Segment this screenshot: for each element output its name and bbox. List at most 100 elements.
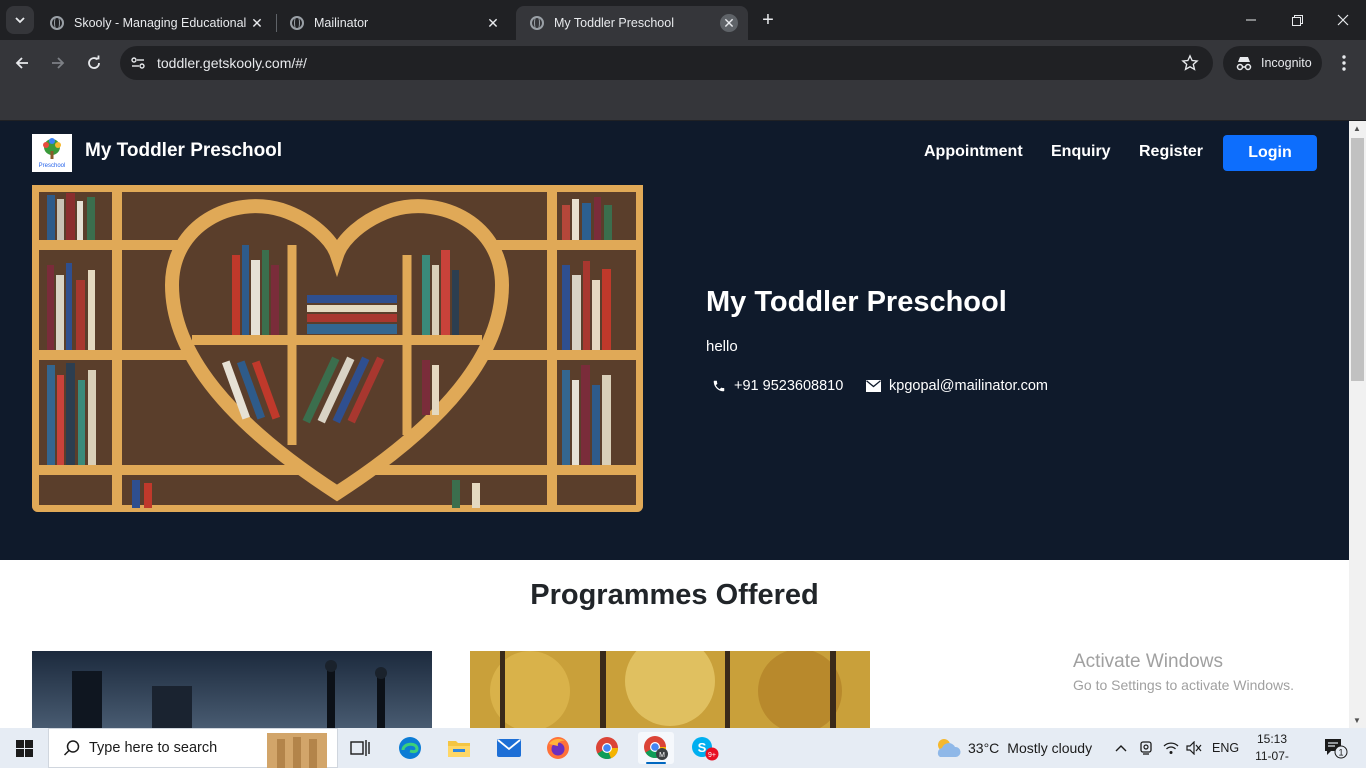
start-button[interactable]	[0, 728, 48, 768]
hero-description: hello	[706, 338, 738, 355]
task-view-button[interactable]	[342, 732, 378, 764]
clock-date: 11-07-2024	[1255, 749, 1289, 768]
page-viewport: Preschool My Toddler Preschool Appointme…	[0, 121, 1349, 728]
bookmark-bar	[0, 86, 1366, 121]
programme-card-image-2[interactable]	[470, 651, 870, 728]
incognito-label: Incognito	[1261, 56, 1312, 70]
taskbar-file-explorer[interactable]	[441, 732, 477, 764]
logo-text: Preschool	[39, 163, 66, 169]
skype-badge: 9+	[708, 752, 716, 759]
site-settings-icon[interactable]	[130, 55, 146, 76]
weather-widget[interactable]: 33°C Mostly cloudy	[934, 728, 1092, 768]
taskbar-search-box[interactable]: Type here to search	[48, 728, 338, 768]
wifi-icon	[1163, 742, 1179, 754]
incognito-indicator[interactable]: Incognito	[1223, 46, 1322, 80]
svg-text:M: M	[659, 752, 665, 759]
taskbar-chrome-incognito[interactable]: M	[638, 732, 674, 764]
nav-enquiry[interactable]: Enquiry	[1051, 143, 1111, 161]
scroll-up-icon[interactable]: ▲	[1353, 124, 1361, 133]
address-bar[interactable]: toddler.getskooly.com/#/	[120, 46, 1213, 80]
tab-title: Skooly - Managing Educational I	[74, 16, 248, 30]
activate-windows-watermark: Activate Windows Go to Settings to activ…	[1073, 651, 1294, 693]
taskbar-firefox[interactable]	[540, 732, 576, 764]
skype-icon: S9+	[692, 737, 719, 761]
tab-search-button[interactable]	[6, 6, 34, 34]
email-address: kpgopal@mailinator.com	[889, 378, 1048, 394]
arrow-left-icon	[15, 57, 28, 69]
chevron-down-icon	[15, 17, 25, 24]
back-button[interactable]	[9, 50, 35, 76]
globe-icon	[530, 16, 544, 30]
taskbar-edge[interactable]	[392, 732, 428, 764]
email-contact[interactable]: kpgopal@mailinator.com	[866, 378, 1048, 394]
meet-now-button[interactable]	[1139, 728, 1155, 768]
restore-button[interactable]	[1274, 0, 1320, 40]
taskbar-chrome[interactable]	[589, 732, 625, 764]
svg-text:S: S	[698, 740, 707, 755]
url-text[interactable]: toddler.getskooly.com/#/	[157, 55, 307, 71]
phone-contact[interactable]: +91 9523608810	[712, 378, 843, 394]
notification-count: 1	[1338, 748, 1343, 758]
logo-tree-icon: Preschool	[39, 138, 66, 169]
close-icon[interactable]: ✕	[720, 14, 738, 32]
forward-button[interactable]	[45, 50, 71, 76]
task-view-icon	[350, 740, 370, 756]
bookmark-star-icon[interactable]	[1181, 54, 1199, 77]
tab-my-toddler-preschool[interactable]: My Toddler Preschool ✕	[516, 6, 748, 40]
cloudy-weather-icon	[937, 739, 961, 757]
browser-tab-strip: Skooly - Managing Educational I ✕ Mailin…	[0, 0, 1366, 40]
tab-mailinator[interactable]: Mailinator ✕	[276, 6, 512, 40]
weather-description: Mostly cloudy	[1007, 740, 1093, 756]
taskbar-skype[interactable]: S 9+	[687, 732, 723, 764]
login-button[interactable]: Login	[1223, 135, 1317, 171]
page-scrollbar[interactable]: ▲ ▼	[1349, 121, 1366, 728]
more-vertical-icon	[1342, 55, 1346, 71]
nav-appointment[interactable]: Appointment	[924, 143, 1023, 161]
notification-center-button[interactable]: 1	[1323, 728, 1349, 768]
programme-card-image-1[interactable]	[32, 651, 432, 728]
close-window-button[interactable]	[1320, 0, 1366, 40]
school-logo[interactable]: Preschool	[32, 134, 72, 172]
close-icon[interactable]: ✕	[484, 14, 502, 32]
minimize-button[interactable]	[1228, 0, 1274, 40]
input-language[interactable]: ENG	[1212, 728, 1239, 768]
scroll-down-icon[interactable]: ▼	[1353, 716, 1361, 725]
chrome-icon	[596, 737, 619, 760]
search-placeholder: Type here to search	[89, 740, 218, 756]
hero-title: My Toddler Preschool	[706, 286, 1007, 318]
phone-number: +91 9523608810	[734, 378, 844, 394]
windows-logo-icon	[15, 739, 33, 757]
site-navbar: Preschool My Toddler Preschool Appointme…	[0, 121, 1349, 185]
reload-icon	[88, 55, 100, 69]
clock[interactable]: 15:13 11-07-2024	[1244, 731, 1300, 768]
nav-register[interactable]: Register	[1139, 143, 1203, 161]
network-button[interactable]	[1163, 728, 1179, 768]
meet-now-icon	[1140, 741, 1152, 755]
volume-muted-icon	[1186, 741, 1202, 755]
activate-windows-subtitle: Go to Settings to activate Windows.	[1073, 677, 1294, 693]
phone-icon	[713, 380, 725, 392]
chevron-up-icon	[1115, 745, 1127, 752]
scrollbar-thumb[interactable]	[1351, 138, 1364, 381]
taskbar-mail[interactable]	[491, 732, 527, 764]
hero-section: Preschool My Toddler Preschool Appointme…	[0, 121, 1349, 560]
search-highlight-icon	[267, 733, 327, 768]
search-icon	[63, 740, 80, 756]
close-icon[interactable]: ✕	[248, 14, 266, 32]
hero-bookshelf-image	[32, 185, 643, 512]
brand-name[interactable]: My Toddler Preschool	[85, 140, 282, 162]
new-tab-button[interactable]: +	[757, 9, 779, 31]
browser-menu-button[interactable]	[1333, 52, 1355, 74]
windows-taskbar: Type here to search M S 9+ 33°C Mostly cl…	[0, 728, 1366, 768]
reload-button[interactable]	[81, 50, 107, 76]
clock-time: 15:13	[1256, 732, 1288, 746]
folder-icon	[448, 741, 470, 757]
minimize-icon	[1246, 19, 1256, 21]
close-icon	[1337, 14, 1349, 26]
active-app-indicator	[646, 762, 666, 764]
envelope-icon	[866, 380, 881, 392]
globe-icon	[290, 16, 304, 30]
tab-skooly[interactable]: Skooly - Managing Educational I ✕	[36, 6, 276, 40]
volume-button[interactable]	[1186, 728, 1202, 768]
show-hidden-icons-button[interactable]	[1114, 728, 1128, 768]
